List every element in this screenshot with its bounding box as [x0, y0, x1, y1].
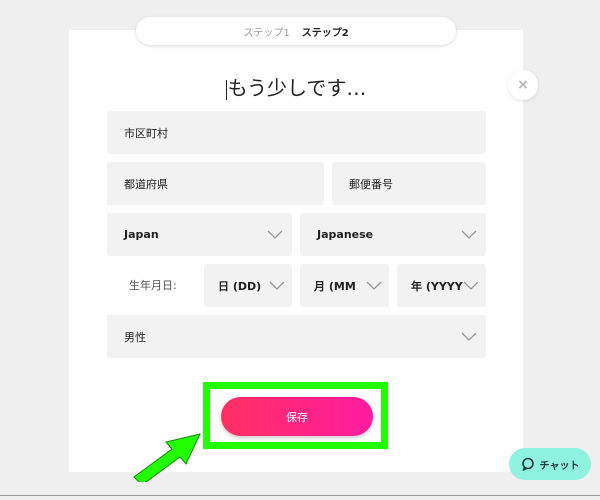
dob-year-value: 年 (YYYY) — [411, 278, 463, 294]
text-caret — [225, 79, 227, 100]
postal-code-input[interactable]: 郵便番号 — [332, 162, 486, 205]
chat-label: チャット — [539, 460, 580, 472]
dob-label: 生年月日: — [129, 279, 177, 292]
dob-day-prefix: 日 — [218, 279, 229, 293]
dob-day-hint: (DD) — [232, 279, 262, 293]
page-bottom-divider — [0, 495, 600, 496]
city-input[interactable]: 市区町村 — [107, 111, 486, 154]
country-select[interactable]: Japan — [107, 213, 292, 256]
language-select[interactable]: Japanese — [300, 213, 486, 256]
arrow-pointer-icon — [133, 433, 201, 482]
step-1-label[interactable]: ステップ1 — [243, 24, 289, 39]
step-2-label[interactable]: ステップ2 — [302, 24, 349, 39]
gender-value: 男性 — [124, 330, 146, 344]
dob-year-prefix: 年 — [411, 279, 422, 293]
save-button[interactable]: 保存 — [221, 397, 373, 436]
chevron-down-icon — [461, 230, 477, 239]
chevron-down-icon — [463, 281, 479, 290]
dob-month-select[interactable]: 月 (MM — [300, 264, 389, 307]
chevron-down-icon — [366, 281, 382, 290]
language-value: Japanese — [317, 228, 374, 241]
dob-year-hint: (YYYY) — [425, 279, 463, 293]
dob-month-prefix: 月 — [314, 279, 325, 293]
dob-month-value: 月 (MM — [314, 278, 366, 294]
country-value: Japan — [124, 228, 159, 241]
prefecture-placeholder: 都道府県 — [124, 177, 168, 191]
chevron-down-icon — [461, 332, 477, 341]
prefecture-input[interactable]: 都道府県 — [107, 162, 324, 205]
gender-select[interactable]: 男性 — [107, 315, 486, 358]
chevron-down-icon — [267, 230, 283, 239]
dob-day-select[interactable]: 日 (DD) — [204, 264, 292, 307]
page-title: もう少しです… — [69, 72, 523, 101]
chat-bubble-icon — [521, 457, 534, 471]
chevron-down-icon — [269, 281, 285, 290]
city-placeholder: 市区町村 — [124, 126, 168, 140]
dob-year-select[interactable]: 年 (YYYY) — [397, 264, 486, 307]
step-indicator: ステップ1 ステップ2 — [136, 17, 456, 45]
chat-button[interactable]: チャット — [509, 448, 591, 480]
postal-code-placeholder: 郵便番号 — [349, 177, 393, 191]
page-title-text: もう少しです… — [227, 76, 367, 100]
dob-month-hint: (MM — [328, 279, 356, 293]
dob-day-value: 日 (DD) — [218, 278, 270, 294]
